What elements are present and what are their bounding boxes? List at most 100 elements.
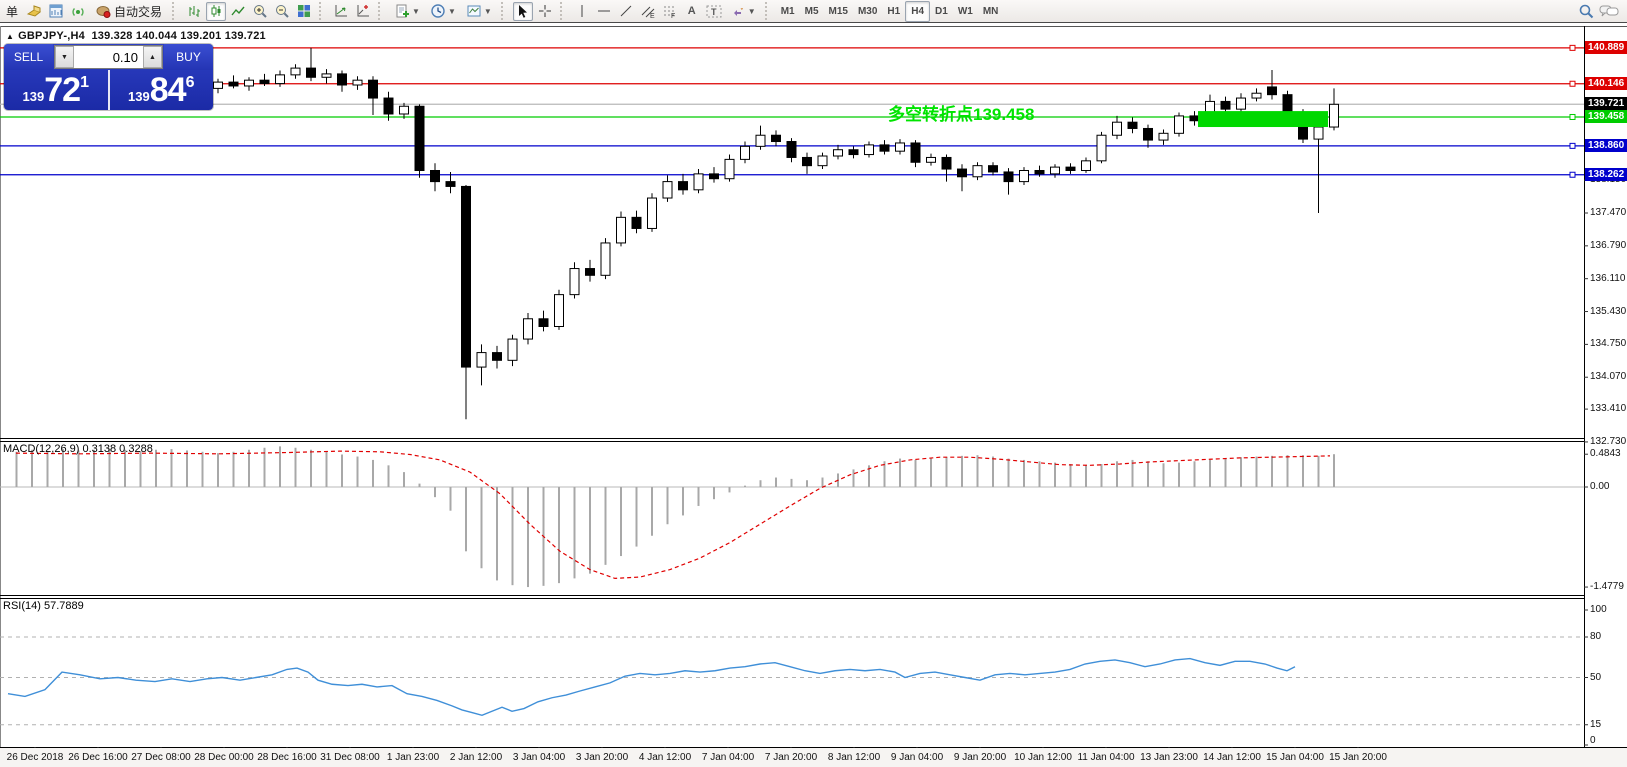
candle-body: [260, 80, 269, 83]
cursor-button[interactable]: [513, 2, 533, 21]
symbol-ohlc: 139.328 140.044 139.201 139.721: [91, 30, 265, 42]
price-tag: 139.458: [1585, 110, 1627, 123]
new-order-button[interactable]: 单: [2, 2, 22, 21]
candle-body: [353, 80, 362, 85]
search-button[interactable]: [1576, 2, 1596, 21]
bar-chart-button[interactable]: [184, 2, 204, 21]
candle-body: [834, 150, 843, 156]
price-tag: 138.860: [1585, 139, 1627, 152]
candle-body: [338, 74, 347, 85]
candlestick-chart-button[interactable]: [206, 2, 226, 21]
zoom-out-icon: [274, 3, 290, 19]
candle-body: [322, 74, 331, 77]
text-tool-icon: A: [688, 5, 696, 17]
timeframe-w1[interactable]: W1: [953, 2, 978, 21]
buy-button[interactable]: BUY: [164, 44, 213, 70]
signals-icon[interactable]: [68, 2, 88, 21]
timeframe-m15[interactable]: M15: [824, 2, 853, 21]
sell-button[interactable]: SELL: [4, 44, 53, 70]
volume-input[interactable]: 0.10: [74, 46, 143, 68]
order-book-icon[interactable]: [24, 2, 44, 21]
candle-body: [1035, 170, 1044, 173]
timeframe-h4[interactable]: H4: [905, 1, 930, 22]
pivot-annotation: 多空转折点139.458: [888, 100, 1034, 125]
symbol-header: ▲GBPJPY-,H4 139.328 140.044 139.201 139.…: [6, 30, 266, 42]
tile-windows-icon: [296, 3, 312, 19]
horizontal-line-button[interactable]: [594, 2, 614, 21]
timeframe-d1[interactable]: D1: [930, 2, 953, 21]
line-handle: [1570, 81, 1575, 86]
price-tag: 140.146: [1585, 77, 1627, 90]
candle-body: [617, 217, 626, 243]
candle-body: [307, 68, 316, 77]
timeframe-m30[interactable]: M30: [853, 2, 882, 21]
periods-button[interactable]: ▼: [426, 2, 460, 21]
price-tick-label: 133.410: [1590, 403, 1626, 414]
autotrading-icon: [95, 3, 111, 19]
candle-body: [803, 157, 812, 165]
candle-body: [1252, 93, 1261, 98]
chart-plot-area[interactable]: [0, 0, 1627, 767]
indicator-list-icon: [333, 3, 349, 19]
autotrading-button[interactable]: 自动交易: [90, 2, 167, 21]
time-axis-label: 11 Jan 04:00: [1077, 752, 1134, 763]
rsi-indicator-label: RSI(14) 57.7889: [3, 600, 84, 612]
candle-body: [756, 135, 765, 146]
sell-price-display[interactable]: 139721: [4, 70, 110, 110]
svg-text:T: T: [711, 7, 717, 17]
candle-body: [958, 169, 967, 177]
volume-down-button[interactable]: ▼: [55, 46, 74, 68]
tile-windows-button[interactable]: [294, 2, 314, 21]
templates-button[interactable]: ▼: [462, 2, 496, 21]
macd-scale-label: 0.00: [1590, 481, 1609, 492]
time-axis-label: 15 Jan 20:00: [1329, 752, 1387, 763]
zoom-out-button[interactable]: [272, 2, 292, 21]
text-tool-button[interactable]: A: [682, 2, 702, 21]
timeframe-mn[interactable]: MN: [978, 2, 1004, 21]
time-axis-label: 26 Dec 2018: [7, 752, 64, 763]
candle-body: [1175, 116, 1184, 133]
horizontal-line-icon: [596, 3, 612, 19]
add-indicator-button[interactable]: ▼: [390, 2, 424, 21]
equidistant-channel-icon: E: [640, 3, 656, 19]
time-axis-label: 9 Jan 04:00: [891, 752, 943, 763]
collapse-arrow-icon[interactable]: ▲: [6, 32, 14, 41]
equidistant-channel-button[interactable]: E: [638, 2, 658, 21]
label-tool-button[interactable]: T: [704, 2, 724, 21]
chevron-down-icon: ▼: [448, 7, 456, 16]
arrows-button[interactable]: ▼: [726, 2, 760, 21]
trendline-button[interactable]: [616, 2, 636, 21]
crosshair-button[interactable]: [535, 2, 555, 21]
toolbar-grip: [319, 2, 326, 20]
vertical-line-button[interactable]: [572, 2, 592, 21]
time-axis-label: 14 Jan 12:00: [1203, 752, 1261, 763]
indicator-list-button[interactable]: [331, 2, 351, 21]
candle-body: [1097, 135, 1106, 161]
chat-button[interactable]: [1598, 2, 1620, 21]
chevron-down-icon: ▼: [748, 7, 756, 16]
price-tick-label: 135.430: [1590, 306, 1626, 317]
zoom-in-button[interactable]: [250, 2, 270, 21]
toolbar-grip: [765, 2, 772, 20]
indicator-window-button[interactable]: [353, 2, 373, 21]
chart-window-icon[interactable]: [46, 2, 66, 21]
fibonacci-button[interactable]: F: [660, 2, 680, 21]
timeframe-m1[interactable]: M1: [776, 2, 800, 21]
volume-up-button[interactable]: ▲: [143, 46, 162, 68]
candle-body: [1082, 161, 1091, 171]
buy-price-display[interactable]: 139846: [110, 70, 214, 110]
candle-body: [570, 269, 579, 295]
chat-icon: [1599, 3, 1619, 19]
macd-indicator-label: MACD(12,26,9) 0.3138 0.3288: [3, 443, 153, 455]
timeframe-h1[interactable]: H1: [882, 2, 905, 21]
fibo-letter: F: [671, 13, 675, 19]
buy-price-base: 139: [128, 89, 150, 104]
candle-body: [1159, 133, 1168, 140]
line-chart-button[interactable]: [228, 2, 248, 21]
timeframe-m5[interactable]: M5: [800, 2, 824, 21]
candlestick-chart-icon: [208, 3, 224, 19]
candle-body: [911, 143, 920, 162]
candle-body: [214, 82, 223, 88]
label-tool-icon: T: [705, 3, 723, 19]
search-icon: [1578, 3, 1595, 20]
